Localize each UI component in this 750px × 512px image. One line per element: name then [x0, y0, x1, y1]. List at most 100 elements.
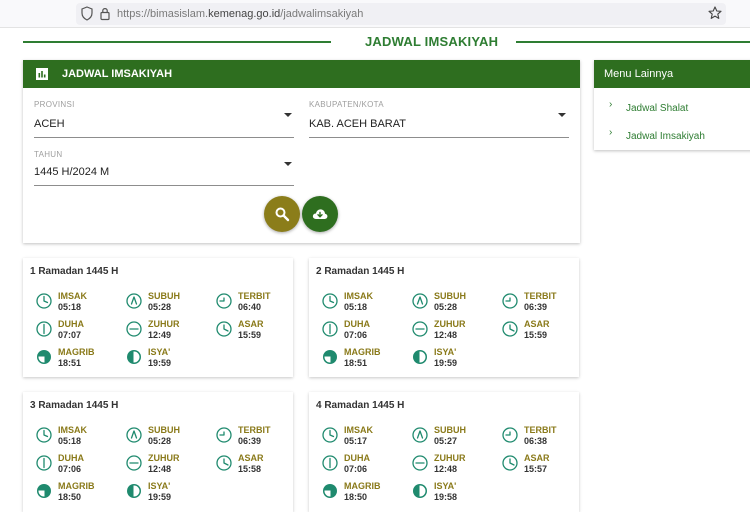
prayer-time-slot: MAGRIB 18:50 — [36, 481, 126, 505]
side-menu-title: Menu Lainnya — [604, 68, 674, 80]
prayer-name: ZUHUR — [148, 453, 180, 463]
prayer-name: IMSAK — [58, 425, 87, 435]
day-card: 3 Ramadan 1445 H IMSAK 05:18 SUBUH 05:28 TERB… — [23, 392, 293, 512]
kabupaten-label: KABUPATEN/KOTA — [309, 100, 384, 109]
kabupaten-value: KAB. ACEH BARAT — [309, 118, 406, 130]
caret-down-icon — [284, 162, 292, 166]
prayer-time-slot: TERBIT 06:40 — [216, 291, 306, 315]
prayer-name: SUBUH — [148, 291, 181, 301]
clock-icon — [412, 455, 428, 471]
prayer-time: 05:28 — [434, 302, 458, 312]
url-text[interactable]: https://bimasislam.kemenag.go.id/jadwali… — [117, 8, 363, 20]
browser-toolbar: https://bimasislam.kemenag.go.id/jadwali… — [0, 0, 750, 28]
clock-filled-icon — [323, 350, 337, 364]
side-item-jadwal-shalat[interactable]: › Jadwal Shalat — [594, 99, 750, 121]
prayer-name: TERBIT — [238, 425, 271, 435]
prayer-name: SUBUH — [148, 425, 181, 435]
prayer-time: 12:48 — [148, 464, 172, 474]
clock-icon — [502, 455, 518, 471]
clock-filled-icon — [127, 484, 141, 498]
clock-icon — [502, 293, 518, 309]
prayer-time: 18:51 — [344, 358, 368, 368]
prayer-time: 06:38 — [524, 436, 548, 446]
clock-filled-icon — [127, 350, 141, 364]
prayer-name: MAGRIB — [344, 481, 381, 491]
prayer-time: 19:59 — [148, 358, 172, 368]
prayer-time-slot: IMSAK 05:18 — [322, 291, 412, 315]
prayer-time-slot: ZUHUR 12:49 — [126, 319, 216, 343]
prayer-name: ZUHUR — [148, 319, 180, 329]
prayer-name: IMSAK — [344, 425, 373, 435]
shield-icon[interactable] — [81, 6, 93, 21]
form-card-header: JADWAL IMSAKIYAH — [23, 60, 580, 88]
side-item-label: Jadwal Imsakiyah — [626, 131, 705, 142]
clock-icon — [36, 455, 52, 471]
day-title: 4 Ramadan 1445 H — [316, 400, 405, 411]
prayer-time-slot: TERBIT 06:38 — [502, 425, 592, 449]
prayer-time-slot: IMSAK 05:17 — [322, 425, 412, 449]
prayer-name: ISYA' — [434, 347, 457, 357]
provinsi-value: ACEH — [34, 118, 65, 130]
prayer-time: 05:27 — [434, 436, 458, 446]
prayer-name: ASAR — [524, 319, 550, 329]
search-icon — [275, 207, 290, 222]
clock-filled-icon — [413, 350, 427, 364]
prayer-name: SUBUH — [434, 291, 467, 301]
prayer-time-slot: ASAR 15:59 — [216, 319, 306, 343]
prayer-name: TERBIT — [524, 291, 557, 301]
prayer-time-slot: SUBUH 05:28 — [126, 425, 216, 449]
prayer-time-slot: ASAR 15:59 — [502, 319, 592, 343]
clock-icon — [36, 293, 52, 309]
prayer-time: 06:39 — [524, 302, 548, 312]
prayer-name: ASAR — [524, 453, 550, 463]
prayer-time-slot: TERBIT 06:39 — [502, 291, 592, 315]
prayer-name: MAGRIB — [58, 347, 95, 357]
side-item-label: Jadwal Shalat — [626, 103, 689, 114]
prayer-name: TERBIT — [524, 425, 557, 435]
prayer-time-slot: ZUHUR 12:48 — [412, 453, 502, 477]
prayer-time: 05:18 — [58, 436, 82, 446]
clock-icon — [502, 321, 518, 337]
prayer-name: DUHA — [58, 453, 84, 463]
prayer-time: 19:59 — [148, 492, 172, 502]
prayer-time: 07:06 — [58, 464, 82, 474]
day-card: 2 Ramadan 1445 H IMSAK 05:18 SUBUH 05:28 TERB… — [309, 258, 579, 377]
clock-icon — [216, 455, 232, 471]
prayer-name: ISYA' — [148, 347, 171, 357]
clock-icon — [126, 293, 142, 309]
clock-icon — [126, 455, 142, 471]
prayer-name: ASAR — [238, 319, 264, 329]
cloud-download-icon — [312, 209, 328, 219]
caret-down-icon — [284, 113, 292, 117]
prayer-time: 05:28 — [148, 302, 172, 312]
prayer-time: 18:50 — [344, 492, 368, 502]
provinsi-underline — [34, 137, 294, 138]
tahun-label: TAHUN — [34, 150, 63, 159]
prayer-name: ZUHUR — [434, 319, 466, 329]
prayer-time-slot: DUHA 07:06 — [36, 453, 126, 477]
prayer-time: 05:17 — [344, 436, 368, 446]
lock-icon[interactable] — [99, 6, 111, 21]
prayer-time: 12:48 — [434, 464, 458, 474]
bookmark-star-icon[interactable] — [708, 6, 722, 20]
prayer-time-slot: DUHA 07:06 — [322, 319, 412, 343]
clock-icon — [322, 293, 338, 309]
download-button[interactable] — [302, 196, 338, 232]
chart-icon — [36, 68, 48, 80]
search-button[interactable] — [264, 196, 300, 232]
day-title: 1 Ramadan 1445 H — [30, 266, 119, 277]
clock-filled-icon — [37, 484, 51, 498]
side-item-jadwal-imsakiyah[interactable]: › Jadwal Imsakiyah — [594, 127, 750, 149]
prayer-name: ASAR — [238, 453, 264, 463]
prayer-time: 19:59 — [434, 358, 458, 368]
clock-icon — [36, 321, 52, 337]
prayer-time-slot: IMSAK 05:18 — [36, 425, 126, 449]
clock-icon — [216, 293, 232, 309]
prayer-time: 12:49 — [148, 330, 172, 340]
clock-icon — [126, 427, 142, 443]
prayer-time: 06:40 — [238, 302, 262, 312]
prayer-time-slot: DUHA 07:07 — [36, 319, 126, 343]
prayer-time-slot: SUBUH 05:28 — [412, 291, 502, 315]
prayer-name: MAGRIB — [344, 347, 381, 357]
prayer-name: SUBUH — [434, 425, 467, 435]
